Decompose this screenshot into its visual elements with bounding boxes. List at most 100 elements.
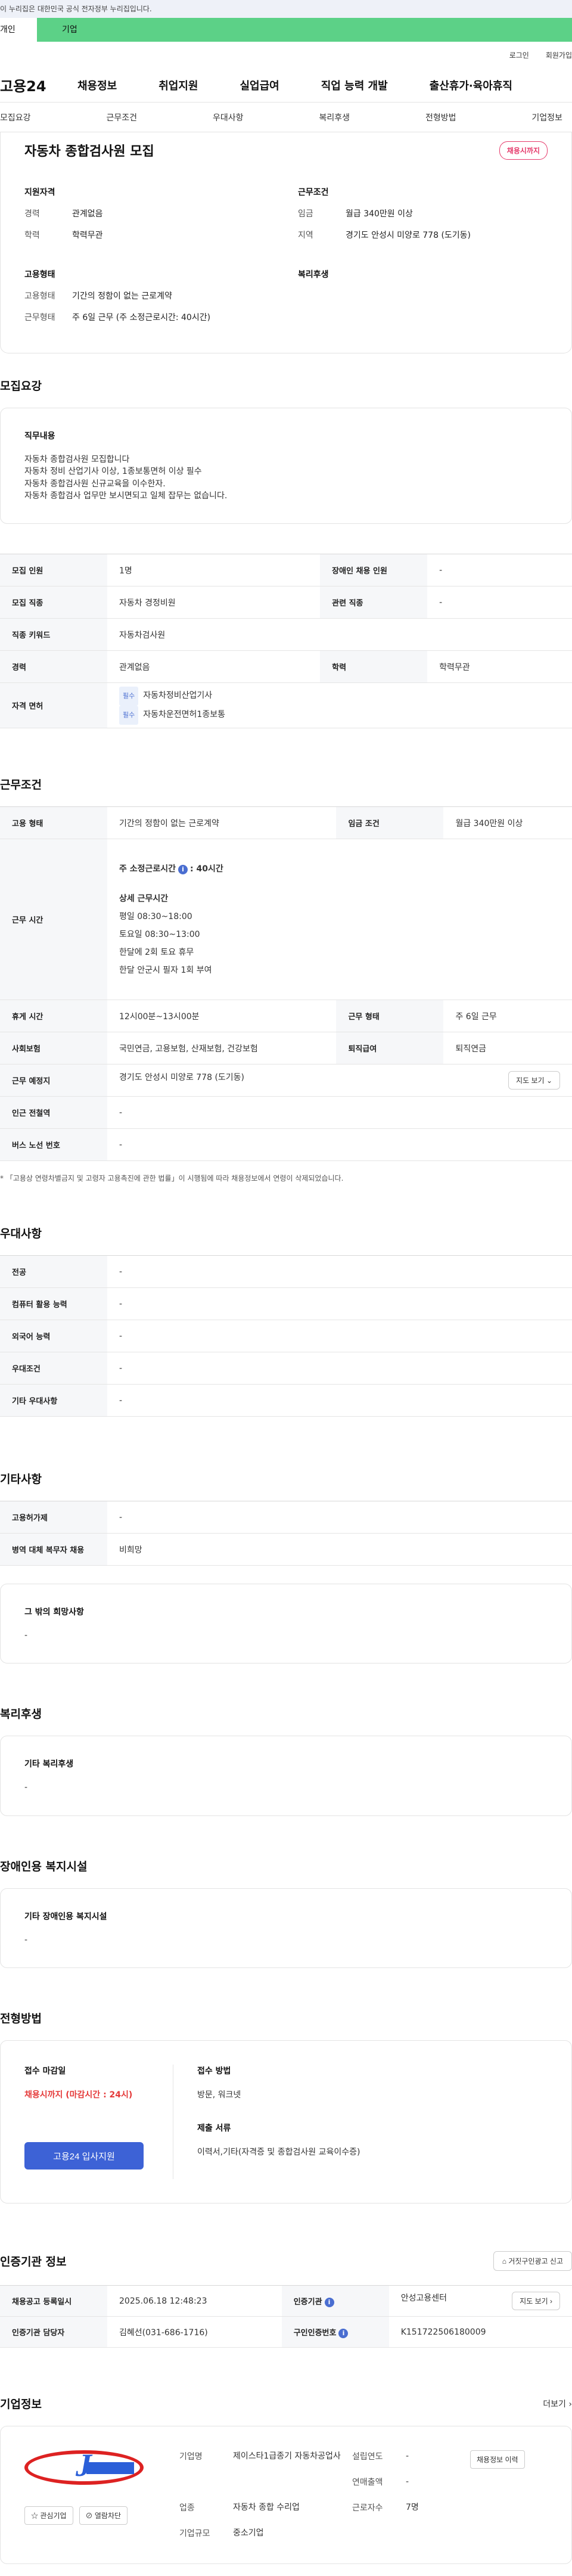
info-icon[interactable]: i <box>324 2297 334 2307</box>
chevron-right-icon: › <box>550 2297 552 2306</box>
job-title: 자동차 종합검사원 모집 <box>24 144 154 159</box>
table-cell: 2025.06.18 12:48:23 <box>107 2285 282 2317</box>
summary-label: 임금 <box>298 209 313 219</box>
false-ad-report-button[interactable]: ⌂ 거짓구인광고 신고 <box>493 2251 572 2271</box>
table-cell: - <box>107 1255 572 1289</box>
summary-label: 고용형태 <box>24 291 55 301</box>
method-value: 방문, 워크넷 <box>197 2090 241 2100</box>
cert-table: 채용공고 등록일시 2025.06.18 12:48:23 인증기관 i 안성고용… <box>0 2285 572 2348</box>
section-title-company: 기업정보 <box>0 2398 42 2411</box>
cert-map-button[interactable]: 지도 보기 › <box>512 2292 560 2311</box>
info-icon[interactable]: i <box>338 2328 349 2338</box>
tab-company[interactable]: 기업 <box>37 18 572 42</box>
login-link[interactable]: 로그인 <box>509 50 529 60</box>
chevron-down-icon: ⌄ <box>546 1076 552 1085</box>
table-cell: - <box>107 1096 572 1129</box>
table-row: 근무 예정지 경기도 안성시 미양로 778 (도기동) 지도 보기 ⌄ <box>0 1064 572 1097</box>
work-time-line: 평일 08:30~18:00 <box>119 911 192 921</box>
section-title-etc: 기타사항 <box>0 1473 42 1486</box>
gnb-item-unemployment-benefit[interactable]: 실업급여 <box>240 77 279 93</box>
gnb-item-employment-support[interactable]: 취업지원 <box>158 77 198 93</box>
table-header: 자격 면허 <box>0 682 107 729</box>
company-logo: J <box>24 2447 144 2485</box>
site-logo[interactable]: 고용24 <box>0 75 77 95</box>
table-cell: - <box>107 1352 572 1385</box>
table-header: 채용공고 등록일시 <box>0 2285 107 2317</box>
deadline-badge: 채용시까지 <box>499 141 548 160</box>
summary-value: 관계없음 <box>72 209 103 219</box>
table-header: 장애인 채용 인원 <box>320 554 428 587</box>
star-icon: ☆ <box>31 2512 39 2521</box>
company-label: 기업명 <box>179 2452 203 2462</box>
summary-label: 경력 <box>24 209 40 219</box>
table-header: 기타 우대사항 <box>0 1384 107 1417</box>
company-more-link[interactable]: 더보기 › <box>543 2398 572 2410</box>
job-summary-card: 자동차 종합검사원 모집 채용시까지 지원자격 경력 관계없음 학력 학력무관 근무… <box>0 132 572 353</box>
company-label: 근로자수 <box>352 2503 383 2513</box>
table-cell: 주 6일 근무 <box>443 1000 572 1033</box>
table-cell: 12시00분~13시00분 <box>107 1000 337 1033</box>
tab-personal[interactable]: 개인 <box>0 18 37 42</box>
table-header: 모집 인원 <box>0 554 107 587</box>
company-label: 기업규모 <box>179 2529 210 2539</box>
gnb-item-jobs[interactable]: 채용정보 <box>77 77 117 93</box>
recruit-history-button[interactable]: 채용정보 이력 <box>470 2450 525 2469</box>
table-cell: 관계없음 <box>107 650 321 684</box>
deadline-heading: 접수 마감일 <box>24 2066 66 2077</box>
anchor-tab-pref[interactable]: 우대사항 <box>213 111 244 123</box>
table-row: 직종 키워드 자동차검사원 <box>0 618 572 651</box>
gnb-item-job-skills[interactable]: 직업 능력 개발 <box>321 77 388 93</box>
facility-value: - <box>24 1935 28 1945</box>
table-header: 외국어 능력 <box>0 1320 107 1353</box>
signup-link[interactable]: 회원가입 <box>546 50 572 60</box>
gnb-item-parental-leave[interactable]: 출산휴가·육아휴직 <box>430 77 512 93</box>
apply-button[interactable]: 고용24 입사지원 <box>24 2142 144 2170</box>
table-row: 자격 면허 필수 자동차정비산업기사 필수 자동차운전면허1종보통 <box>0 682 572 729</box>
apply-deadline-block: 접수 마감일 채용시까지 (마감시간 : 24시) 고용24 입사지원 <box>24 2065 173 2180</box>
block-view-button[interactable]: ⊘ 열람차단 <box>79 2506 128 2525</box>
company-logo-area: J ☆ 관심기업 ⊘ 열람차단 <box>24 2447 179 2540</box>
utility-links: 로그인 회원가입 <box>0 42 572 68</box>
table-row: 우대조건 - <box>0 1352 572 1385</box>
duty-card: 직무내용 자동차 종합검사원 모집합니다 자동차 정비 산업기사 이상, 1종보… <box>0 408 572 524</box>
anchor-tab-work[interactable]: 근무조건 <box>106 111 137 123</box>
summary-label: 학력 <box>24 231 40 240</box>
anchor-tab-company[interactable]: 기업정보 <box>531 111 562 123</box>
table-row: 경력 관계없음 학력 학력무관 <box>0 650 572 684</box>
chevron-right-icon: › <box>568 2399 572 2409</box>
summary-conditions: 근무조건 임금 월급 340만원 이상 지역 경기도 안성시 미양로 778 (도기… <box>298 186 548 250</box>
summary-qualification: 지원자격 경력 관계없음 학력 학력무관 <box>24 186 274 250</box>
anchor-tab-recruit[interactable]: 모집요강 <box>0 111 31 123</box>
anchor-tab-welfare[interactable]: 복리후생 <box>319 111 350 123</box>
table-header: 모집 직종 <box>0 586 107 619</box>
info-icon[interactable]: i <box>178 864 188 874</box>
table-row: 외국어 능력 - <box>0 1320 572 1353</box>
table-cell: 기간의 정함이 없는 근로계약 <box>107 806 337 840</box>
table-header: 전공 <box>0 1255 107 1289</box>
duty-heading: 직무내용 <box>24 432 55 441</box>
company-header: 기업정보 더보기 › <box>0 2395 572 2411</box>
favorite-company-button[interactable]: ☆ 관심기업 <box>24 2506 73 2525</box>
summary-qualification-heading: 지원자격 <box>24 188 55 197</box>
summary-value: 기간의 정함이 없는 근로계약 <box>72 291 172 301</box>
summary-welfare-heading: 복리후생 <box>298 270 329 280</box>
company-value: 중소기업 <box>233 2528 264 2538</box>
table-row: 기타 우대사항 - <box>0 1384 572 1417</box>
table-header: 근무 형태 <box>336 1000 444 1033</box>
table-row: 컴퓨터 활용 능력 - <box>0 1287 572 1321</box>
map-view-button[interactable]: 지도 보기 ⌄ <box>508 1071 560 1090</box>
section-title-facility: 장애인용 복지시설 <box>0 1860 88 1873</box>
summary-conditions-heading: 근무조건 <box>298 188 329 197</box>
table-cell: 자동차 경정비원 <box>107 586 321 619</box>
work-place-cell: 경기도 안성시 미양로 778 (도기동) 지도 보기 ⌄ <box>107 1064 572 1097</box>
anchor-tab-process[interactable]: 전형방법 <box>425 111 456 123</box>
cert-org-value: 안성고용센터 <box>400 2293 447 2304</box>
table-cell: - <box>427 586 572 619</box>
table-header: 컴퓨터 활용 능력 <box>0 1287 107 1321</box>
summary-label: 지역 <box>298 231 313 240</box>
table-cell: 자동차검사원 <box>107 618 572 651</box>
work-time-line: 한달에 2회 토요 휴무 <box>119 947 194 957</box>
company-value: - <box>406 2451 409 2462</box>
more-label: 더보기 <box>543 2399 566 2409</box>
company-value: 7명 <box>406 2503 419 2513</box>
